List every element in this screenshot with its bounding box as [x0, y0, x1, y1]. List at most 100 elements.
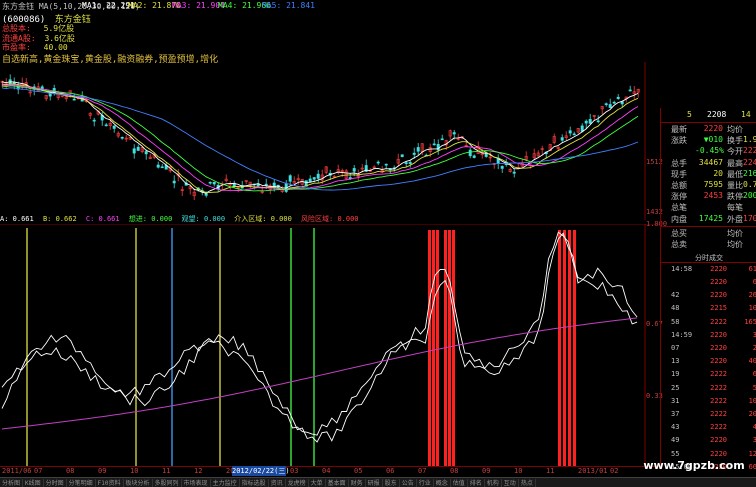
tab-item[interactable]: 排名 [468, 479, 485, 487]
trade-vol: 20 [748, 410, 756, 418]
date-tick: 07 [34, 467, 43, 475]
divider [661, 261, 756, 263]
date-tick: 2013/01 [578, 467, 608, 475]
stock-analysis-window: 东方金钰 MA(5,10,20,30,60,120) MA1: 22.291 M… [0, 0, 756, 487]
tab-item[interactable]: 估值 [451, 479, 468, 487]
stock-title: (600086) 东方金钰 [2, 12, 95, 25]
tab-item[interactable]: 主力监控 [211, 479, 240, 487]
indicator-chart[interactable] [0, 224, 660, 466]
tab-item[interactable]: 基本面 [326, 479, 349, 487]
candle-body [144, 151, 148, 155]
trade-price: 2220 [710, 330, 727, 339]
tab-item[interactable]: 大单 [309, 479, 326, 487]
tab-item[interactable]: F10资料 [96, 479, 124, 487]
trade-row: 2220 6 [661, 277, 756, 288]
quote-l2: 跌停 [727, 192, 743, 202]
trade-row: 14:59 2220 3 [661, 330, 756, 341]
candle-body [384, 163, 388, 166]
quote-l1: 总笔 [671, 203, 687, 213]
ma5-line [1, 81, 639, 194]
candle-body [628, 89, 632, 92]
candle-body [120, 136, 124, 139]
tab-item[interactable]: 多股同列 [153, 479, 182, 487]
candle-body [308, 178, 312, 182]
ind-entry: 介入区域: 0.000 [234, 215, 292, 223]
quote-v1: -0.45% [695, 146, 724, 156]
quote-l2: 外盘 [727, 214, 743, 224]
date-tick: 09 [482, 467, 491, 475]
date-tick: 04 [322, 467, 331, 475]
trade-price: 2222 [710, 423, 727, 432]
tab-item[interactable]: 研报 [366, 479, 383, 487]
trade-time: 19 [671, 370, 680, 379]
trade-time: 43 [671, 423, 680, 432]
trade-row: 14:58 2220 61 [661, 264, 756, 275]
buy-sell-l1: 总买 [671, 228, 687, 238]
quote-l2: 最低 [727, 169, 743, 179]
candle-body [264, 183, 268, 186]
tab-item[interactable]: 机构 [485, 479, 502, 487]
buy-sell-l1: 总卖 [671, 239, 687, 249]
quote-v2: 2240 [743, 157, 756, 167]
trade-time: 25 [671, 383, 680, 392]
quote-v1: 2453 [703, 191, 723, 201]
quote-l1: 最新 [671, 125, 687, 134]
kline-chart[interactable] [0, 62, 660, 220]
risk-bar [436, 230, 439, 466]
quote-v2: 1.96% [743, 135, 756, 145]
trade-row: 43 2222 4 [661, 422, 756, 433]
trade-time: 13 [671, 357, 680, 366]
buy-sell-l2: 均价 [727, 228, 743, 238]
date-tick: 03 [290, 467, 299, 475]
candle-body [136, 146, 140, 151]
trade-price: 2222 [710, 317, 727, 326]
candle-body [500, 166, 504, 169]
trade-row: 48 2215 10 [661, 303, 756, 314]
tab-item[interactable]: 分时图 [44, 479, 67, 487]
candle-body [416, 147, 420, 152]
quote-row: -0.45%今开2220 [661, 146, 756, 157]
quote-l2: 均价 [727, 125, 743, 134]
quote-l1: 总额 [671, 181, 687, 190]
tab-item[interactable]: 资讯 [269, 479, 286, 487]
trade-vol: 10 [748, 396, 756, 405]
tab-item[interactable]: 指标选股 [240, 479, 269, 487]
date-tick: 12 [194, 467, 203, 475]
quote-l1: 涨停 [671, 192, 687, 202]
trade-time: 31 [671, 396, 680, 405]
trade-vol: 5 [752, 383, 756, 392]
trade-price: 2220 [710, 291, 727, 300]
tab-item[interactable]: 市场表现 [182, 479, 211, 487]
candle-body [596, 120, 600, 123]
risk-bar [432, 230, 435, 466]
trade-row: 37 2222 20 [661, 409, 756, 420]
quote-row: 内盘 17425 外盘17042 [661, 214, 756, 225]
oscillator-line [1, 232, 638, 443]
tab-item[interactable]: 龙虎榜 [286, 479, 309, 487]
tab-item[interactable]: 板块分析 [124, 479, 153, 487]
trade-vol: 2 [752, 344, 756, 352]
quote-l1: 现手 [671, 169, 687, 179]
tab-item[interactable]: 分析图 [0, 479, 24, 487]
date-tick: 09 [98, 467, 107, 475]
tab-item[interactable]: K线图 [23, 479, 44, 487]
quote-l2: 换手 [727, 136, 743, 146]
tab-item[interactable]: 股东 [383, 479, 400, 487]
candle-body [616, 96, 620, 99]
tab-item[interactable]: 概念 [434, 479, 451, 487]
date-tick: 07 [418, 467, 427, 475]
trade-vol: 3 [752, 330, 756, 339]
tab-item[interactable]: 行业 [417, 479, 434, 487]
tab-item[interactable]: 财务 [349, 479, 366, 487]
tab-item[interactable]: 公告 [400, 479, 417, 487]
tab-item[interactable]: 分笔明细 [67, 479, 96, 487]
risk-bar [448, 230, 451, 466]
tab-item[interactable]: 互动 [502, 479, 519, 487]
divider [661, 225, 756, 227]
buy-sell-row: 总买 均价 [661, 228, 756, 239]
trade-row: 31 2222 10 [661, 396, 756, 407]
ind-buy: 想进: 0.000 [128, 215, 173, 223]
trade-vol: 6 [752, 370, 756, 379]
date-tick: 11 [162, 467, 171, 475]
tab-item[interactable]: 热点 [519, 479, 536, 487]
